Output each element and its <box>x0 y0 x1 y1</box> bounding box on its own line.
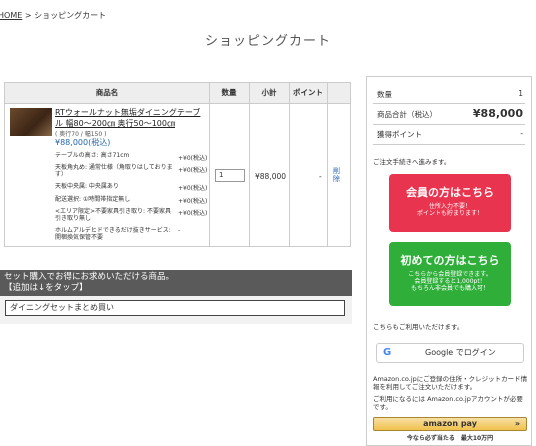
column-divider <box>327 83 328 246</box>
amazon-campaign-note: 今なら必ず当たる 最大10万円 <box>406 435 494 442</box>
google-login-button[interactable]: G Google でログイン <box>376 343 524 363</box>
summary-points-label: 獲得ポイント <box>377 130 422 139</box>
also-available-text: こちらもご利用いただけます。 <box>373 323 464 331</box>
page-title: ショッピングカート <box>204 34 331 49</box>
option-label: 天板角丸め: 通常仕様（角取りはしております） <box>55 164 173 178</box>
product-name-link[interactable]: RTウォールナット無垢ダイニングテーブル 幅80～200㎝ 奥行50～100㎝ <box>55 107 205 129</box>
set-purchase-banner: セット購入でお得にお求めいただける商品。 【追加は↓をタップ】 <box>0 270 352 296</box>
product-price: ¥88,000(税込) <box>55 138 111 147</box>
summary-total-value: ¥88,000 <box>472 107 523 120</box>
cart-table: 商品名 数量 小計 ポイント RTウォールナット無垢ダイニングテーブル 幅80～… <box>4 82 351 247</box>
member-button-line2: ポイントも貯まります！ <box>416 210 483 217</box>
column-divider <box>289 83 290 246</box>
option-price: +¥0(税込) <box>178 210 208 217</box>
new-button-line1: こちらから会員登録できます。 <box>408 271 492 278</box>
delete-link[interactable]: 削除 <box>333 167 341 183</box>
google-logo-icon: G <box>383 347 392 358</box>
column-divider <box>209 83 210 246</box>
member-button-title: 会員の方はこちら <box>406 186 494 199</box>
breadcrumb: HOME > ショッピングカート <box>0 10 106 21</box>
item-points: - <box>319 172 322 181</box>
amazon-account-text: ご利用になるには Amazon.co.jpアカウントが必要です。 <box>373 395 523 411</box>
item-subtotal: ¥88,000 <box>255 172 287 181</box>
breadcrumb-separator: > <box>24 11 32 20</box>
option-price: +¥0(税込) <box>178 198 208 205</box>
header-subtotal: 小計 <box>261 88 277 97</box>
option-price: +¥0(税込) <box>178 185 208 192</box>
set-banner-line2: 【追加は↓をタップ】 <box>4 283 88 293</box>
summary-points-row: 獲得ポイント - <box>377 129 523 140</box>
header-quantity: 数量 <box>221 88 237 97</box>
option-price: +¥0(税込) <box>178 155 208 162</box>
guest-checkout-button[interactable]: 初めての方はこちら こちらから会員登録できます。 会員登録すると1,000pt！… <box>389 242 511 306</box>
breadcrumb-current: ショッピングカート <box>34 11 107 20</box>
divider <box>373 144 525 145</box>
summary-qty-value: 1 <box>518 89 523 98</box>
option-label: ホルムアルデヒドできるだけ抜きサービス: 開梱換気保管不要 <box>55 227 171 241</box>
quantity-input[interactable]: 1 <box>215 169 245 182</box>
summary-total-label: 商品合計（税込） <box>377 110 437 119</box>
new-button-line2: 会員登録すると1,000pt！ <box>414 278 486 285</box>
amazon-info-text: Amazon.co.jpにご登録の住所・クレジットカード情報を利用してご注文いた… <box>373 375 528 391</box>
google-login-label: Google でログイン <box>425 348 496 357</box>
divider <box>373 103 525 104</box>
proceed-text: ご注文手続きへ進みます。 <box>373 158 451 166</box>
summary-qty-label: 数量 <box>377 90 392 99</box>
chevron-right-icon: » <box>514 419 520 428</box>
summary-points-value: - <box>520 129 523 138</box>
member-button-line1: 住所入力不要！ <box>428 203 471 210</box>
column-divider <box>249 83 250 246</box>
set-select-dropdown[interactable]: ダイニングセットまとめ買い <box>5 300 345 316</box>
product-thumbnail[interactable] <box>10 108 52 136</box>
breadcrumb-home-link[interactable]: HOME <box>0 11 22 20</box>
header-points: ポイント <box>293 88 323 97</box>
amazon-pay-label: amazon pay <box>423 419 477 428</box>
member-checkout-button[interactable]: 会員の方はこちら 住所入力不要！ ポイントも貯まります！ <box>389 174 511 232</box>
summary-total-row: 商品合計（税込） ¥88,000 <box>377 107 523 120</box>
cart-table-header: 商品名 数量 小計 ポイント <box>5 83 350 104</box>
summary-qty-row: 数量 1 <box>377 89 523 100</box>
new-button-title: 初めての方はこちら <box>400 254 500 267</box>
divider <box>373 124 525 125</box>
option-price: +¥0(税込) <box>178 167 208 174</box>
option-price: - <box>178 227 181 234</box>
set-banner-line1: セット購入でお得にお求めいただける商品。 <box>4 272 175 282</box>
header-product-name: 商品名 <box>95 88 119 97</box>
new-button-line3: もちろん非会員でも購入可！ <box>410 285 489 292</box>
amazon-pay-button[interactable]: amazon pay » <box>373 417 527 431</box>
option-label: <エリア限定>不要家具引き取り: 不要家具引き取り無し <box>55 208 171 222</box>
order-summary-panel: 数量 1 商品合計（税込） ¥88,000 獲得ポイント - ご注文手続きへ進み… <box>366 76 532 446</box>
